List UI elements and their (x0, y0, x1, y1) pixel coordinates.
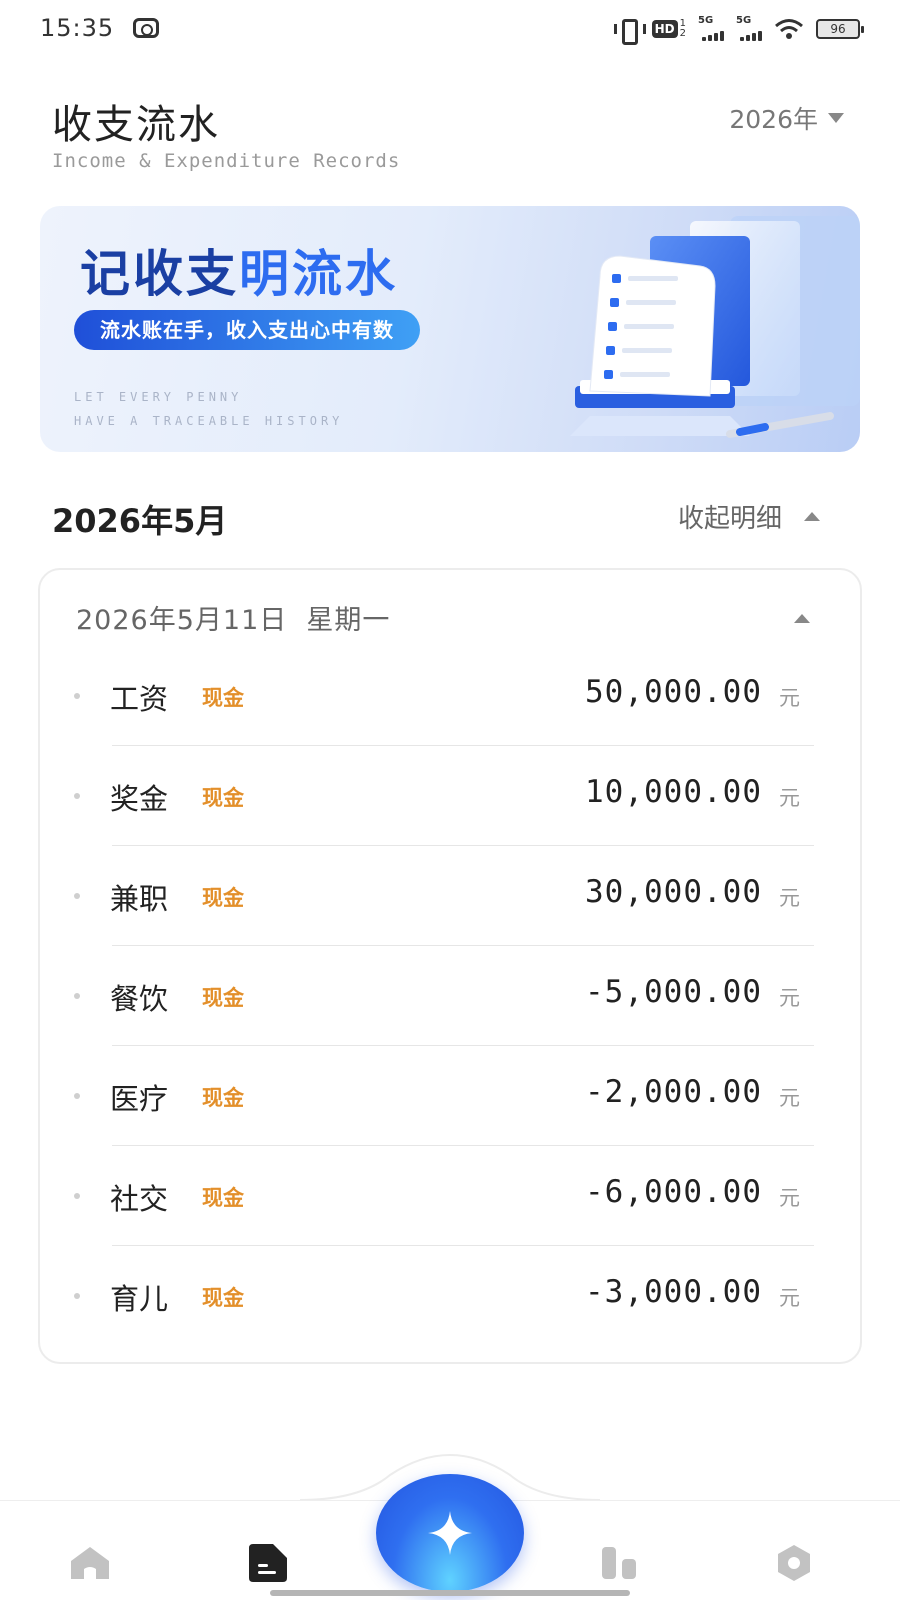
bullet-dot (74, 1093, 80, 1099)
chevron-down-icon (828, 113, 844, 123)
entry-account-tag: 现金 (202, 686, 244, 710)
entry-row[interactable]: 工资 现金 50,000.00 元 (40, 646, 860, 746)
hd-icon: HD (651, 20, 678, 38)
entry-account-tag: 现金 (202, 1086, 244, 1110)
signal-icon-2: 5G (736, 15, 762, 41)
chevron-up-icon (804, 512, 820, 521)
entry-row[interactable]: 餐饮 现金 -5,000.00 元 (40, 946, 860, 1046)
notification-app-icon (133, 18, 159, 38)
nav-home[interactable] (68, 1541, 112, 1585)
banner-english-line-1: LET EVERY PENNY (74, 390, 243, 404)
collapse-details-label: 收起明细 (677, 504, 782, 534)
entry-unit: 元 (779, 986, 800, 1010)
battery-icon: 96 (816, 19, 864, 39)
nav-stats[interactable] (598, 1541, 642, 1585)
banner-english-line-2: HAVE A TRACEABLE HISTORY (74, 414, 344, 428)
banner-title: 记收支明流水 (80, 234, 398, 306)
entry-amount: -6,000.00 (585, 1174, 762, 1210)
hd-sub-indices: 1 2 (680, 19, 686, 39)
entry-amount: -2,000.00 (585, 1074, 762, 1110)
home-indicator (270, 1590, 630, 1596)
status-icons: HD 1 2 5G 5G 96 (613, 15, 864, 45)
entry-list: 工资 现金 50,000.00 元 奖金 现金 10,000.00 元 兼职 现… (40, 646, 860, 1346)
entry-amount: -5,000.00 (585, 974, 762, 1010)
entry-category: 社交 (110, 1182, 169, 1216)
entry-row[interactable]: 育儿 现金 -3,000.00 元 (40, 1246, 860, 1346)
entry-unit: 元 (779, 1086, 800, 1110)
entry-row[interactable]: 奖金 现金 10,000.00 元 (40, 746, 860, 846)
nav-settings[interactable] (772, 1541, 816, 1585)
bullet-dot (74, 693, 80, 699)
year-selector-label: 2026年 (729, 105, 818, 134)
entry-unit: 元 (779, 686, 800, 710)
entry-unit: 元 (779, 1186, 800, 1210)
page-title: 收支流水 (52, 102, 220, 148)
entry-amount: 10,000.00 (585, 774, 762, 810)
home-icon (71, 1547, 109, 1579)
banner-slogan: 流水账在手，收入支出心中有数 (74, 310, 420, 350)
wifi-icon (775, 19, 803, 39)
bullet-dot (74, 1293, 80, 1299)
banner-title-main: 记收支 (80, 245, 239, 303)
entry-unit: 元 (779, 1286, 800, 1310)
entry-category: 工资 (110, 682, 169, 716)
stats-icon (602, 1547, 636, 1579)
vibrate-icon (613, 18, 646, 45)
day-header: 2026年5月11日 星期一 (76, 605, 391, 636)
hd-sub-2: 2 (679, 28, 686, 39)
entry-amount: -3,000.00 (585, 1274, 762, 1310)
nav-records[interactable] (246, 1541, 290, 1585)
entry-unit: 元 (779, 886, 800, 910)
entry-amount: 50,000.00 (585, 674, 762, 710)
signal-icon-1: 5G (698, 15, 724, 41)
bullet-dot (74, 1193, 80, 1199)
entry-account-tag: 现金 (202, 1186, 244, 1210)
entry-unit: 元 (779, 786, 800, 810)
bullet-dot (74, 893, 80, 899)
entry-category: 餐饮 (110, 982, 169, 1016)
add-icon (428, 1511, 472, 1555)
bullet-dot (74, 793, 80, 799)
entry-category: 育儿 (110, 1282, 169, 1316)
ledger-illustration (570, 216, 860, 438)
entry-category: 兼职 (110, 882, 169, 916)
day-card: 2026年5月11日 星期一 工资 现金 50,000.00 元 奖金 现金 1… (38, 568, 862, 1364)
records-icon (249, 1544, 287, 1582)
bullet-dot (74, 993, 80, 999)
status-time: 15:35 (40, 14, 115, 42)
settings-icon (778, 1545, 810, 1581)
banner-title-accent: 明流水 (239, 245, 398, 303)
entry-amount: 30,000.00 (585, 874, 762, 910)
network-type-1: 5G (698, 15, 714, 26)
entry-row[interactable]: 兼职 现金 30,000.00 元 (40, 846, 860, 946)
year-selector[interactable]: 2026年 (729, 100, 844, 136)
network-type-2: 5G (736, 15, 752, 26)
month-title: 2026年5月 (52, 502, 228, 540)
promo-banner[interactable]: 记收支明流水 流水账在手，收入支出心中有数 LET EVERY PENNY HA… (40, 206, 860, 452)
entry-account-tag: 现金 (202, 786, 244, 810)
add-record-button[interactable] (376, 1474, 524, 1592)
entry-row[interactable]: 社交 现金 -6,000.00 元 (40, 1146, 860, 1246)
entry-account-tag: 现金 (202, 1286, 244, 1310)
entry-row[interactable]: 医疗 现金 -2,000.00 元 (40, 1046, 860, 1146)
collapse-details-toggle[interactable]: 收起明细 (678, 498, 820, 535)
day-collapse-icon[interactable] (794, 614, 810, 623)
page-subtitle: Income & Expenditure Records (52, 150, 401, 172)
entry-category: 奖金 (110, 782, 169, 816)
entry-account-tag: 现金 (202, 886, 244, 910)
entry-account-tag: 现金 (202, 986, 244, 1010)
status-bar: 15:35 HD 1 2 5G 5G 96 (0, 0, 900, 58)
entry-category: 医疗 (110, 1082, 169, 1116)
